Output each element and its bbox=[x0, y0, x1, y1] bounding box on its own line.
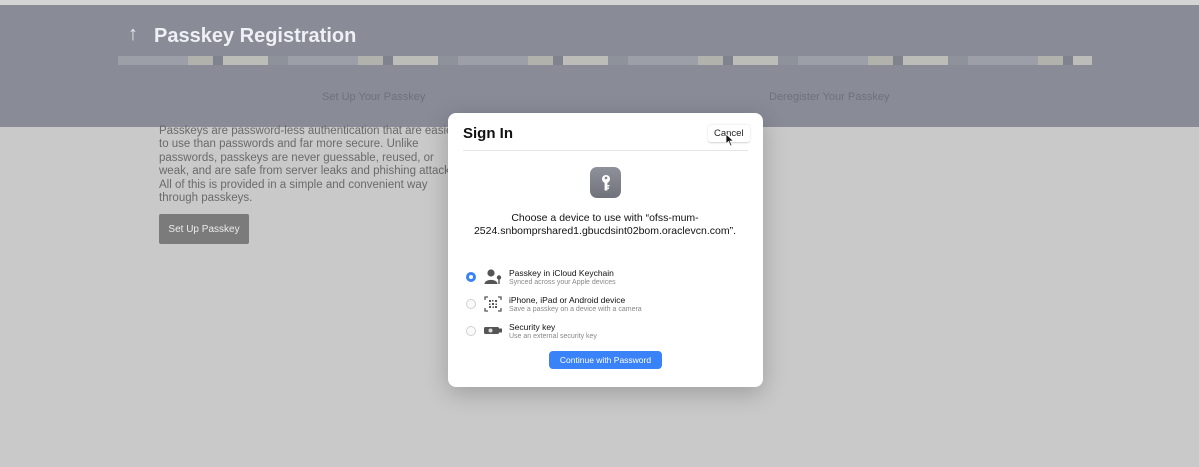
option-label: iPhone, iPad or Android device bbox=[509, 295, 626, 305]
radio-security-key[interactable] bbox=[466, 326, 476, 336]
security-key-icon bbox=[484, 327, 502, 334]
radio-icloud-keychain[interactable] bbox=[466, 272, 476, 282]
option-security-key[interactable]: Security key Use an external security ke… bbox=[463, 322, 753, 346]
option-icloud-keychain[interactable]: Passkey in iCloud Keychain Synced across… bbox=[463, 268, 753, 292]
tab-deregister-passkey[interactable]: Deregister Your Passkey bbox=[769, 91, 889, 103]
key-icon bbox=[590, 167, 621, 198]
option-label: Passkey in iCloud Keychain bbox=[509, 268, 614, 278]
page-header: ↑ Passkey Registration Set Up Your Passk… bbox=[0, 5, 1199, 127]
page-title: Passkey Registration bbox=[154, 25, 357, 47]
option-mobile-device[interactable]: iPhone, iPad or Android device Save a pa… bbox=[463, 295, 753, 319]
sign-in-dialog: Sign In Cancel Choose a device to use wi… bbox=[448, 113, 763, 387]
dialog-title: Sign In bbox=[463, 125, 513, 142]
option-description: Synced across your Apple devices bbox=[509, 279, 616, 286]
option-description: Save a passkey on a device with a camera bbox=[509, 306, 642, 313]
person-key-icon bbox=[484, 269, 502, 284]
qr-code-icon bbox=[484, 296, 502, 312]
back-arrow-icon[interactable]: ↑ bbox=[128, 23, 138, 46]
option-description: Use an external security key bbox=[509, 333, 597, 340]
continue-with-password-button[interactable]: Continue with Password bbox=[549, 351, 662, 369]
tab-set-up-passkey[interactable]: Set Up Your Passkey bbox=[322, 91, 425, 103]
passkey-description: Passkeys are password-less authenticatio… bbox=[159, 125, 459, 205]
choose-device-prompt: Choose a device to use with “ofss-mum-25… bbox=[473, 212, 737, 237]
option-label: Security key bbox=[509, 322, 556, 332]
set-up-passkey-button[interactable]: Set Up Passkey bbox=[159, 214, 249, 244]
dialog-divider bbox=[463, 150, 748, 151]
mouse-cursor-icon bbox=[725, 133, 735, 147]
banner-image-strip bbox=[118, 56, 1092, 65]
radio-mobile-device[interactable] bbox=[466, 299, 476, 309]
